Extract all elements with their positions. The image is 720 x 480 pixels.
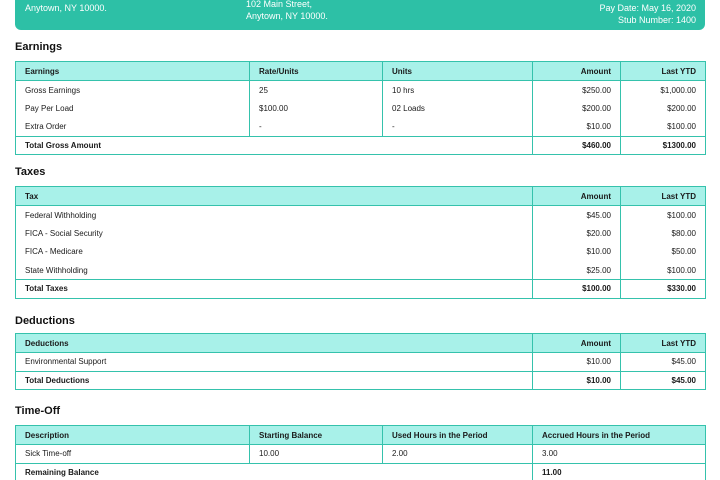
column-header: Last YTD: [620, 61, 706, 81]
timeoff-used-hours: 2.00: [382, 444, 533, 463]
earnings-title: Earnings: [15, 41, 63, 53]
column-header: Amount: [532, 186, 621, 206]
column-header: Amount: [532, 333, 621, 353]
timeoff-table: Description Starting Balance Used Hours …: [15, 425, 706, 480]
total-amount: $10.00: [532, 370, 621, 390]
tax-name: State Withholding: [15, 261, 533, 280]
tax-name: FICA - Medicare: [15, 242, 533, 261]
timeoff-starting-balance: 10.00: [249, 444, 383, 463]
pay-info: Pay Date: May 16, 2020 Stub Number: 1400: [599, 2, 696, 26]
column-header: Deductions: [15, 333, 533, 353]
earnings-header-row: Earnings Rate/Units Units Amount Last YT…: [15, 61, 706, 81]
tax-ytd: $50.00: [620, 242, 706, 261]
remaining-balance: 11.00: [532, 462, 706, 480]
timeoff-header-row: Description Starting Balance Used Hours …: [15, 425, 706, 445]
earning-name: Gross Earnings: [15, 80, 250, 99]
employee-city: Anytown, NY 10000.: [25, 3, 107, 13]
deductions-header-row: Deductions Amount Last YTD: [15, 333, 706, 353]
total-label: Total Deductions: [15, 370, 533, 390]
total-ytd: $330.00: [620, 279, 706, 299]
earning-name: Pay Per Load: [15, 99, 250, 118]
table-row: Extra Order - - $10.00 $100.00: [15, 117, 706, 136]
column-header: Last YTD: [620, 333, 706, 353]
column-header: Units: [382, 61, 533, 81]
employee-address: Anytown, NY 10000.: [25, 3, 107, 13]
tax-name: FICA - Social Security: [15, 224, 533, 243]
column-header: Earnings: [15, 61, 250, 81]
column-header: Rate/Units: [249, 61, 383, 81]
company-address: 102 Main Street, Anytown, NY 10000.: [246, 0, 328, 22]
total-amount: $460.00: [532, 135, 621, 155]
stub-number: Stub Number: 1400: [617, 15, 696, 25]
deductions-total-row: Total Deductions $10.00 $45.00: [15, 370, 706, 390]
earning-amount: $10.00: [532, 117, 621, 136]
deduction-ytd: $45.00: [620, 352, 706, 371]
timeoff-title: Time-Off: [15, 405, 61, 417]
taxes-table: Tax Amount Last YTD Federal Withholding …: [15, 186, 706, 299]
column-header: Starting Balance: [249, 425, 383, 445]
deduction-name: Environmental Support: [15, 352, 533, 371]
column-header: Last YTD: [620, 186, 706, 206]
company-street: 102 Main Street,: [246, 0, 313, 9]
tax-ytd: $100.00: [620, 205, 706, 224]
pay-date: Pay Date: May 16, 2020: [599, 3, 696, 13]
tax-amount: $25.00: [532, 261, 621, 280]
earning-rate: 25: [249, 80, 383, 99]
earnings-table: Earnings Rate/Units Units Amount Last YT…: [15, 61, 706, 155]
earning-units: 02 Loads: [382, 99, 533, 118]
deductions-title: Deductions: [15, 315, 75, 327]
earning-amount: $250.00: [532, 80, 621, 99]
taxes-title: Taxes: [15, 166, 46, 178]
deductions-table: Deductions Amount Last YTD Environmental…: [15, 333, 706, 390]
column-header: Accrued Hours in the Period: [532, 425, 706, 445]
table-row: FICA - Social Security $20.00 $80.00: [15, 224, 706, 243]
timeoff-accrued-hours: 3.00: [532, 444, 706, 463]
earnings-total-row: Total Gross Amount $460.00 $1300.00: [15, 135, 706, 155]
table-row: Federal Withholding $45.00 $100.00: [15, 205, 706, 224]
deduction-amount: $10.00: [532, 352, 621, 371]
total-label: Remaining Balance: [15, 462, 533, 480]
table-row: Sick Time-off 10.00 2.00 3.00: [15, 444, 706, 463]
tax-amount: $20.00: [532, 224, 621, 243]
tax-amount: $45.00: [532, 205, 621, 224]
tax-amount: $10.00: [532, 242, 621, 261]
tax-ytd: $100.00: [620, 261, 706, 280]
total-ytd: $45.00: [620, 370, 706, 390]
tax-ytd: $80.00: [620, 224, 706, 243]
earning-rate: -: [249, 117, 383, 136]
earning-amount: $200.00: [532, 99, 621, 118]
total-label: Total Taxes: [15, 279, 533, 299]
earning-units: 10 hrs: [382, 80, 533, 99]
column-header: Description: [15, 425, 250, 445]
earning-ytd: $200.00: [620, 99, 706, 118]
taxes-header-row: Tax Amount Last YTD: [15, 186, 706, 206]
taxes-total-row: Total Taxes $100.00 $330.00: [15, 279, 706, 299]
earning-units: -: [382, 117, 533, 136]
total-label: Total Gross Amount: [15, 135, 533, 155]
tax-name: Federal Withholding: [15, 205, 533, 224]
column-header: Used Hours in the Period: [382, 425, 533, 445]
earning-rate: $100.00: [249, 99, 383, 118]
total-ytd: $1300.00: [620, 135, 706, 155]
earning-ytd: $1,000.00: [620, 80, 706, 99]
table-row: Gross Earnings 25 10 hrs $250.00 $1,000.…: [15, 80, 706, 99]
total-amount: $100.00: [532, 279, 621, 299]
column-header: Amount: [532, 61, 621, 81]
timeoff-description: Sick Time-off: [15, 444, 250, 463]
earning-ytd: $100.00: [620, 117, 706, 136]
table-row: FICA - Medicare $10.00 $50.00: [15, 242, 706, 261]
timeoff-total-row: Remaining Balance 11.00: [15, 462, 706, 480]
earning-name: Extra Order: [15, 117, 250, 136]
column-header: Tax: [15, 186, 533, 206]
table-row: State Withholding $25.00 $100.00: [15, 261, 706, 280]
table-row: Environmental Support $10.00 $45.00: [15, 352, 706, 371]
table-row: Pay Per Load $100.00 02 Loads $200.00 $2…: [15, 99, 706, 118]
stub-header-bar: Anytown, NY 10000. 102 Main Street, Anyt…: [15, 0, 705, 30]
company-city: Anytown, NY 10000.: [246, 11, 328, 21]
